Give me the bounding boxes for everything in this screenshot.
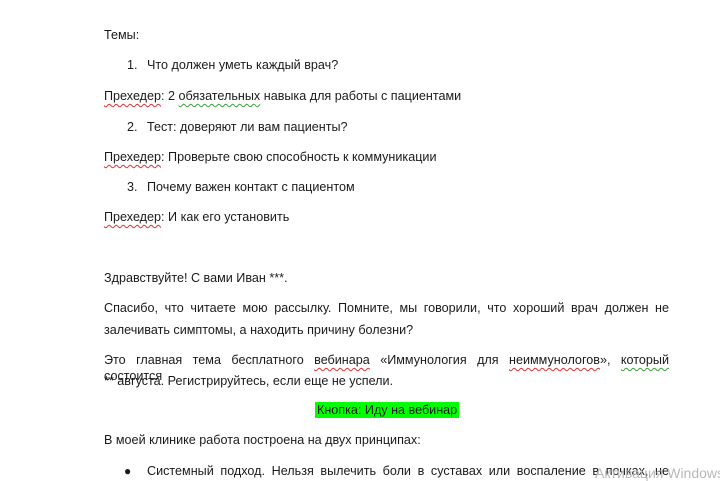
spell-marked-word: вебинара: [314, 353, 370, 367]
list-item: Тест: доверяют ли вам пациенты?: [147, 120, 348, 134]
preheader-text: навыка для работы с пациентами: [260, 89, 462, 103]
greeting: Здравствуйте! С вами Иван ***.: [104, 271, 288, 285]
preheader-label: Прехедер: [104, 210, 162, 224]
list-number: 3.: [127, 180, 138, 194]
preheader-text: : И как его установить: [161, 210, 290, 224]
text: Это главная тема бесплатного: [104, 353, 315, 367]
list-number: 2.: [127, 120, 138, 134]
spell-marked-word: неиммунологов: [509, 353, 600, 367]
paragraph-line: залечивать симптомы, а находить причину …: [104, 323, 414, 337]
paragraph-line: Спасибо, что читаете мою рассылку. Помни…: [104, 301, 669, 315]
preheader: Прехедер: И как его установить: [104, 209, 289, 225]
bullet-icon: ●: [124, 464, 132, 478]
preheader: Прехедер: Проверьте свою способность к к…: [104, 149, 437, 165]
paragraph-line: В моей клинике работа построена на двух …: [104, 433, 421, 447]
preheader: Прехедер: 2 обязательных навыка для рабо…: [104, 88, 461, 104]
webinar-button-placeholder: Кнопка: Иду на вебинар: [315, 402, 460, 418]
preheader-label: Прехедер: [104, 150, 162, 164]
grammar-marked-word: обязательных: [178, 89, 261, 103]
preheader-label: Прехедер: [104, 89, 162, 103]
grammar-marked-word: который: [620, 353, 669, 367]
windows-activation-watermark: Активация Windows: [595, 465, 720, 481]
preheader-text: : 2: [161, 89, 179, 103]
text: «Иммунология для: [369, 353, 510, 367]
preheader-text: : Проверьте свою способность к коммуника…: [161, 150, 437, 164]
topics-label: Темы:: [104, 28, 140, 42]
list-number: 1.: [127, 58, 138, 72]
text: »,: [599, 353, 621, 367]
bullet-item: Системный подход. Нельзя вылечить боли в…: [147, 464, 669, 478]
paragraph-line: ** августа. Регистрируйтесь, если еще не…: [104, 374, 394, 388]
list-item: Что должен уметь каждый врач?: [147, 58, 339, 72]
list-item: Почему важен контакт с пациентом: [147, 180, 355, 194]
